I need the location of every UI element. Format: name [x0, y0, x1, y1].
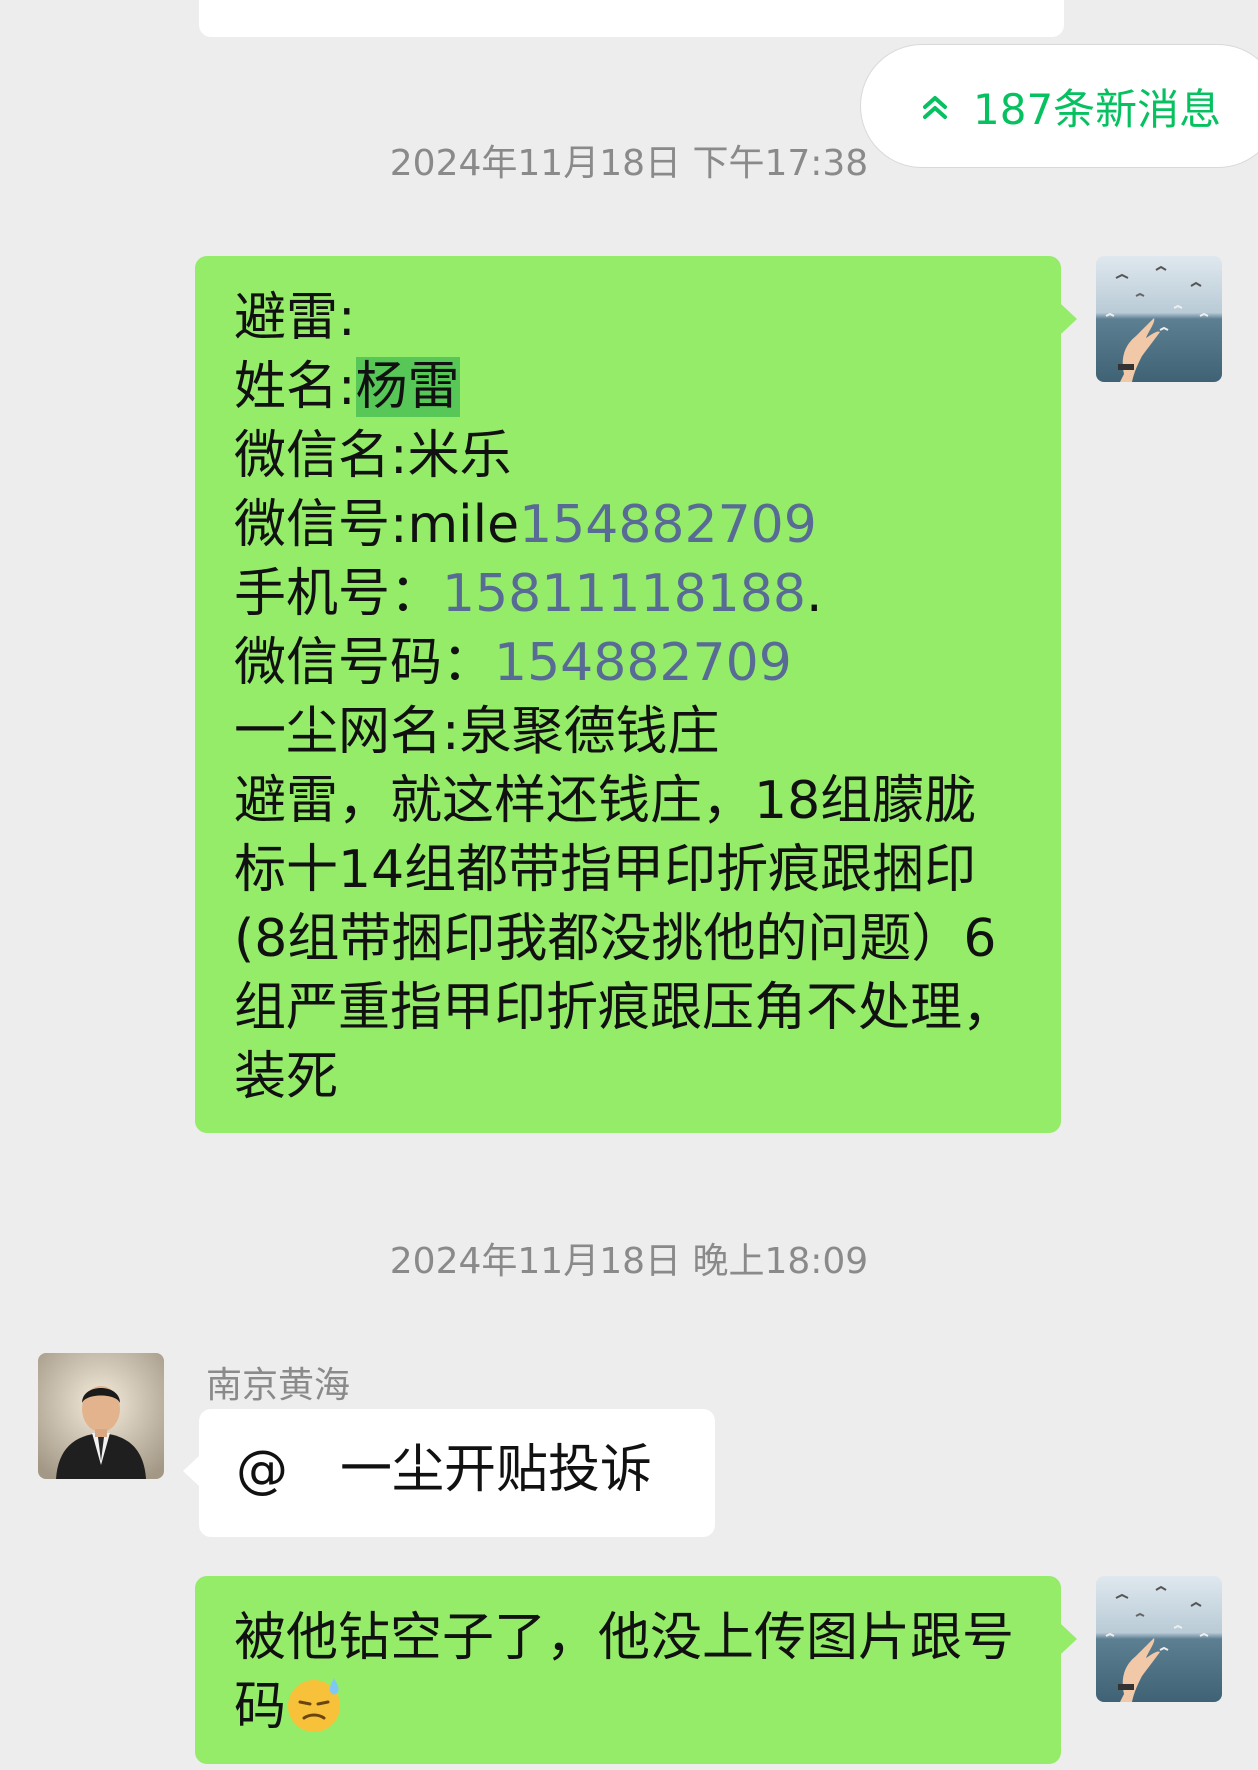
phone-number-link[interactable]: 154882709 [494, 633, 792, 693]
message-line: 姓名:杨雷 [234, 353, 1061, 422]
message-line: 标十14组都带指甲印折痕跟捆印 [234, 840, 977, 900]
message-line: 被他钻空子了，他没上传图片跟号 [234, 1608, 1015, 1668]
phone-number-link[interactable]: 15811118188 [442, 564, 806, 624]
sweat-face-emoji-icon [288, 1678, 341, 1732]
message-line: 微信号码：154882709 [234, 629, 1061, 698]
message-line: 装死 [234, 1047, 339, 1107]
message-line: 避雷: [234, 288, 356, 348]
message-text: @ 一尘开贴投诉 [236, 1440, 653, 1500]
received-message-bubble[interactable]: @ 一尘开贴投诉 [199, 1409, 715, 1537]
bubble-tail [1061, 1624, 1077, 1654]
wechat-number-label: 微信号码： [234, 633, 495, 693]
my-avatar[interactable] [1096, 1576, 1222, 1702]
message-text: 码 [234, 1677, 287, 1737]
previous-message-bubble[interactable] [199, 0, 1064, 37]
highlighted-name: 杨雷 [355, 357, 460, 417]
double-chevron-up-icon [923, 96, 947, 119]
message-line: 一尘网名:泉聚德钱庄 [234, 702, 720, 762]
message-line: 微信名:米乐 [234, 426, 512, 486]
trailing-dot: . [805, 564, 823, 624]
new-messages-label: 187条新消息 [973, 84, 1222, 134]
name-label: 姓名: [234, 357, 356, 417]
phone-label: 手机号： [234, 564, 443, 624]
contact-avatar[interactable] [38, 1353, 164, 1479]
avatar-seagulls-image [1096, 256, 1222, 382]
sender-name: 南京黄海 [206, 1365, 351, 1406]
message-line: 组严重指甲印折痕跟压角不处理， [234, 978, 1015, 1038]
sent-message-bubble[interactable]: 被他钻空子了，他没上传图片跟号 码 [195, 1576, 1061, 1764]
avatar-seagulls-image [1096, 1576, 1222, 1702]
bubble-tail [183, 1456, 199, 1486]
my-avatar[interactable] [1096, 256, 1222, 382]
wechat-id-label: 微信号:mile [234, 495, 520, 555]
bubble-tail [1061, 304, 1077, 334]
timestamp: 2024年11月18日 下午17:38 [389, 143, 869, 184]
avatar-man-in-suit-image [38, 1353, 164, 1479]
sent-message-bubble[interactable]: 避雷: 姓名:杨雷 微信名:米乐 微信号:mile154882709 手机号：1… [195, 256, 1061, 1133]
message-line: 码 [234, 1673, 1061, 1742]
message-line: 避雷，就这样还钱庄，18组朦胧 [234, 771, 977, 831]
timestamp: 2024年11月18日 晚上18:09 [389, 1241, 869, 1282]
message-line: 手机号：15811118188. [234, 560, 1061, 629]
message-line: 微信号:mile154882709 [234, 491, 1061, 560]
phone-number-link[interactable]: 154882709 [519, 495, 817, 555]
message-line: (8组带捆印我都没挑他的问题）6 [234, 909, 997, 969]
